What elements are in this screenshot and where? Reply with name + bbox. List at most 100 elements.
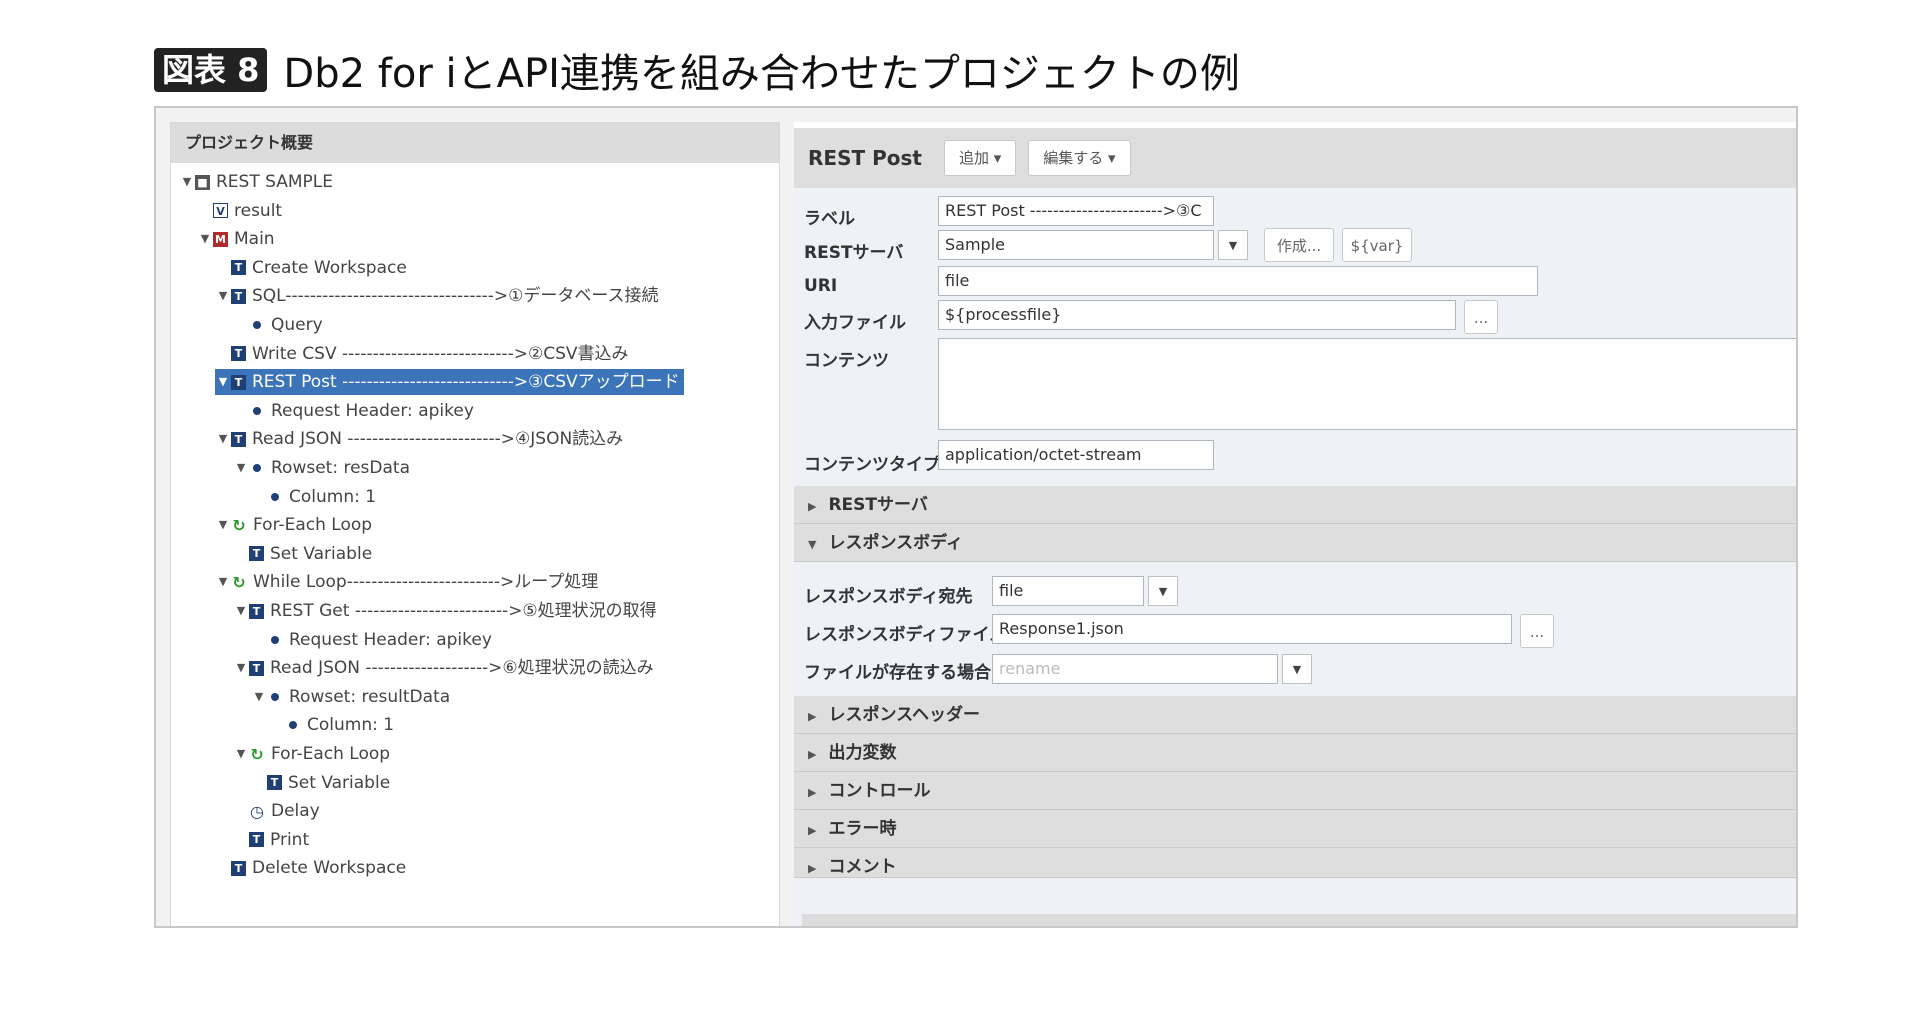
add-button[interactable]: 追加 ▾ — [943, 140, 1017, 176]
section-response-header[interactable]: ▶ レスポンスヘッダー — [794, 696, 1796, 734]
label-input[interactable]: REST Post ----------------------->③C — [938, 196, 1214, 226]
tree-node[interactable]: ▼ Rowset: resultData — [251, 684, 450, 710]
tree-node-label: Set Variable — [270, 543, 373, 564]
tree-node[interactable]: Column: 1 — [269, 712, 394, 738]
response-file-input[interactable]: Response1.json — [992, 614, 1512, 644]
tree-node-label: Set Variable — [288, 772, 391, 793]
section-on-error[interactable]: ▶ エラー時 — [794, 810, 1796, 848]
uri-input[interactable]: file — [938, 266, 1538, 296]
loop-icon: ↻ — [232, 515, 246, 535]
expand-toggle-icon[interactable]: ▼ — [233, 741, 249, 767]
section-control[interactable]: ▶ コントロール — [794, 772, 1796, 810]
tree-node[interactable]: ▼ M Main — [197, 226, 275, 252]
tree-node[interactable]: ▼ T SQL---------------------------------->… — [215, 283, 659, 309]
tree-node[interactable]: ▼ Rowset: resData — [233, 455, 410, 481]
expand-toggle-icon[interactable]: ▼ — [215, 369, 231, 395]
create-server-button[interactable]: 作成... — [1264, 228, 1334, 262]
tree-node[interactable]: T Print — [233, 827, 309, 853]
tree-node[interactable]: ▼ ↻ For-Each Loop — [233, 741, 390, 767]
response-dest-dropdown-icon[interactable]: ▼ — [1148, 576, 1178, 606]
response-file-browse-button[interactable]: ... — [1520, 614, 1554, 648]
expand-toggle-icon[interactable]: ▼ — [179, 169, 195, 195]
section-response-header-label: レスポンスヘッダー — [828, 705, 980, 725]
tree-node-label: Query — [271, 315, 323, 335]
section-control-label: コントロール — [828, 781, 931, 801]
rest-server-field-label: RESTサーバ — [804, 243, 904, 263]
tree-node-label: Delay — [271, 801, 320, 822]
task-icon: T — [249, 546, 264, 562]
properties-pane: REST Post 追加 ▾ 編集する ▾ ラベル REST Post ----… — [794, 122, 1796, 926]
tree-node[interactable]: ▼ ↻ For-Each Loop — [215, 512, 372, 538]
content-type-input[interactable]: application/octet-stream — [938, 440, 1214, 470]
tree-node-label: REST Get ------------------------->⑤処理状況… — [270, 601, 657, 621]
expand-toggle-icon[interactable]: ▼ — [215, 426, 231, 452]
expand-toggle-icon[interactable]: ▼ — [215, 512, 231, 538]
tree-node-label: REST SAMPLE — [216, 172, 333, 192]
label-field-label: ラベル — [804, 209, 855, 229]
tree-node[interactable]: T Write CSV ---------------------------->… — [215, 341, 629, 367]
tree-node-label: For-Each Loop — [253, 515, 373, 536]
task-icon: T — [231, 374, 246, 390]
content-textarea[interactable] — [938, 338, 1796, 430]
edit-button[interactable]: 編集する ▾ — [1028, 140, 1131, 176]
tree-node[interactable]: ▼ T REST Post ----------------------------… — [215, 369, 684, 396]
response-dest-select[interactable]: file — [992, 576, 1144, 606]
tree-node[interactable]: Column: 1 — [251, 484, 376, 510]
main-module-icon: M — [213, 231, 228, 247]
rest-server-select[interactable]: Sample — [938, 230, 1214, 260]
tree-node[interactable]: Request Header: apikey — [233, 398, 474, 424]
task-icon: T — [231, 288, 246, 304]
tree-node[interactable]: ▼ T REST Get ------------------------->⑤処理… — [233, 598, 657, 624]
tree-node-label: Main — [234, 229, 275, 250]
tree-node-label: Request Header: apikey — [271, 400, 474, 421]
project-icon: ■ — [195, 174, 210, 190]
task-icon: T — [231, 860, 246, 876]
expand-toggle-icon[interactable]: ▼ — [215, 569, 231, 595]
section-comment[interactable]: ▶ コメント — [794, 848, 1796, 878]
tree-node[interactable]: ▼ T Read JSON ------------------------->④J… — [215, 426, 623, 452]
file-exists-dropdown-icon[interactable]: ▼ — [1282, 654, 1312, 684]
section-response-body[interactable]: ▼ レスポンスボディ — [794, 524, 1796, 562]
loop-icon: ↻ — [250, 744, 264, 764]
bullet-icon — [253, 321, 261, 329]
section-output-variables[interactable]: ▶ 出力変数 — [794, 734, 1796, 772]
insert-variable-button[interactable]: ${var} — [1342, 228, 1412, 262]
chevron-right-icon: ▶ — [808, 862, 817, 875]
file-exists-select[interactable]: rename — [992, 654, 1278, 684]
chevron-right-icon: ▶ — [808, 710, 817, 723]
input-file-input[interactable]: ${processfile} — [938, 300, 1456, 330]
tree-node[interactable]: Query — [233, 312, 323, 338]
bullet-icon — [271, 492, 279, 501]
tree-node[interactable]: T Set Variable — [251, 770, 390, 796]
tree-node[interactable]: Vresult — [197, 198, 282, 224]
bullet-icon — [289, 721, 297, 730]
tree-node[interactable]: ▼ ■ REST SAMPLE — [179, 169, 333, 195]
tree-node[interactable]: T Set Variable — [233, 541, 372, 567]
project-overview-header: プロジェクト概要 — [171, 123, 779, 163]
tree-node-label: Read JSON -------------------->⑥処理状況の読込み — [270, 658, 654, 679]
figure-title: Db2 for iとAPI連携を組み合わせたプロジェクトの例 — [283, 51, 1240, 97]
expand-toggle-icon[interactable]: ▼ — [251, 684, 267, 710]
input-file-browse-button[interactable]: ... — [1464, 300, 1498, 334]
section-rest-server[interactable]: ▶ RESTサーバ — [794, 486, 1796, 524]
expand-toggle-icon[interactable]: ▼ — [215, 283, 231, 309]
tree-node-label: Rowset: resData — [271, 458, 410, 478]
task-icon: T — [249, 660, 264, 676]
tree-node[interactable]: T Create Workspace — [215, 255, 407, 281]
project-overview-pane: プロジェクト概要 ▼ ■ REST SAMPLE Vresult ▼ M Main T Crea… — [170, 122, 780, 926]
rest-server-dropdown-icon[interactable]: ▼ — [1218, 230, 1248, 260]
file-exists-label: ファイルが存在する場合 — [804, 663, 991, 683]
tree-node[interactable]: T Delete Workspace — [215, 855, 406, 881]
task-icon: T — [231, 260, 246, 276]
tree-node[interactable]: ▼ ↻ While Loop------------------------->ルー… — [215, 569, 598, 595]
expand-toggle-icon[interactable]: ▼ — [197, 226, 213, 252]
expand-toggle-icon[interactable]: ▼ — [233, 598, 249, 624]
expand-toggle-icon[interactable]: ▼ — [233, 655, 249, 681]
tree-node[interactable]: ◷ Delay — [233, 798, 320, 824]
tree-node[interactable]: Request Header: apikey — [251, 627, 492, 653]
horizontal-scrollbar[interactable] — [802, 914, 1796, 926]
tree-node[interactable]: ▼ T Read JSON -------------------->⑥処理状況の読… — [233, 655, 654, 681]
expand-toggle-icon[interactable]: ▼ — [233, 455, 249, 481]
tree-node-label: Create Workspace — [252, 257, 407, 278]
tree-node-label: REST Post ---------------------------->③… — [252, 372, 680, 393]
